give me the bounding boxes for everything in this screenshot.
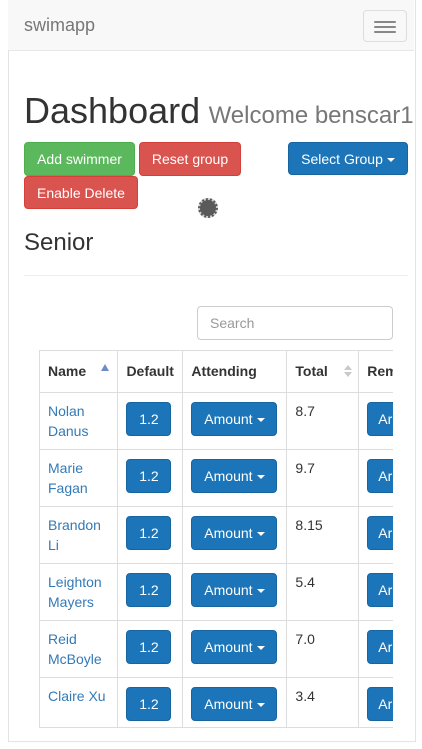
caret-down-icon	[256, 702, 265, 707]
attending-amount-dropdown[interactable]: Amount	[191, 686, 278, 721]
total-value: 7.0	[295, 630, 315, 647]
remaining-amount-button[interactable]: Ar	[367, 515, 393, 550]
attending-amount-dropdown[interactable]: Amount	[191, 515, 278, 550]
select-group-label: Select Group	[301, 151, 383, 167]
page-header: Dashboard Welcome benscar1	[24, 90, 414, 132]
caret-down-icon	[386, 158, 395, 163]
attending-amount-dropdown[interactable]: Amount	[191, 572, 278, 607]
attending-amount-dropdown[interactable]: Amount	[191, 629, 278, 664]
column-header-rem: Rem	[358, 351, 393, 393]
table-row: Leighton Mayers 1.2 Amount 5.4 Ar	[40, 562, 393, 621]
sort-ascending-icon	[101, 364, 110, 371]
table-row: Brandon Li 1.2 Amount 8.15 Ar	[40, 505, 393, 564]
select-group-button[interactable]: Select Group	[288, 142, 408, 175]
swimmer-table: Name Default Attending Total Rem	[39, 350, 393, 728]
caret-down-icon	[256, 588, 265, 593]
welcome-text: Welcome benscar1	[208, 102, 414, 129]
table-row: Marie Fagan 1.2 Amount 9.7 Ar	[40, 448, 393, 507]
enable-delete-button[interactable]: Enable Delete	[24, 176, 138, 209]
swimmer-name-link[interactable]: Reid McBoyle	[48, 629, 109, 669]
column-header-total[interactable]: Total	[286, 351, 360, 393]
remaining-amount-button[interactable]: Ar	[367, 686, 393, 721]
column-header-default: Default	[117, 351, 184, 393]
search-input[interactable]	[197, 306, 393, 340]
swimmer-name-link[interactable]: Nolan Danus	[48, 401, 109, 441]
add-swimmer-button[interactable]: Add swimmer	[24, 142, 135, 176]
attending-amount-dropdown[interactable]: Amount	[191, 401, 278, 436]
page-title: Dashboard	[24, 90, 201, 131]
caret-down-icon	[256, 417, 265, 422]
table-row: Claire Xu 1.2 Amount 3.4 Ar	[40, 676, 393, 727]
default-amount-button[interactable]: 1.2	[126, 629, 172, 664]
swimmer-name-link[interactable]: Marie Fagan	[48, 458, 109, 498]
column-header-attending: Attending	[182, 351, 288, 393]
default-amount-button[interactable]: 1.2	[126, 401, 172, 436]
table-row: Nolan Danus 1.2 Amount 8.7 Ar	[40, 391, 393, 450]
group-title: Senior	[24, 229, 94, 256]
swimmer-name-link[interactable]: Brandon Li	[48, 515, 109, 555]
reset-group-button[interactable]: Reset group	[139, 142, 241, 176]
remaining-amount-button[interactable]: Ar	[367, 572, 393, 607]
table-header-row: Name Default Attending Total Rem	[40, 351, 393, 393]
caret-down-icon	[256, 474, 265, 479]
default-amount-button[interactable]: 1.2	[126, 515, 172, 550]
remaining-amount-button[interactable]: Ar	[367, 401, 393, 436]
swimmer-name-link[interactable]: Leighton Mayers	[48, 572, 109, 612]
total-value: 5.4	[295, 573, 315, 590]
total-value: 8.15	[295, 516, 323, 533]
swimmer-name-link[interactable]: Claire Xu	[48, 686, 109, 706]
total-value: 3.4	[295, 687, 315, 704]
total-value: 8.7	[295, 402, 315, 419]
sort-icon	[344, 363, 353, 379]
navbar-toggle-button[interactable]	[363, 10, 407, 42]
navbar: swimapp	[8, 0, 414, 51]
table-row: Reid McBoyle 1.2 Amount 7.0 Ar	[40, 619, 393, 678]
default-amount-button[interactable]: 1.2	[126, 458, 172, 493]
remaining-amount-button[interactable]: Ar	[367, 458, 393, 493]
loading-spinner-icon	[198, 198, 218, 218]
total-value: 9.7	[295, 459, 315, 476]
caret-down-icon	[256, 531, 265, 536]
caret-down-icon	[256, 645, 265, 650]
default-amount-button[interactable]: 1.2	[126, 572, 172, 607]
attending-amount-dropdown[interactable]: Amount	[191, 458, 278, 493]
column-header-name[interactable]: Name	[40, 351, 119, 393]
brand-link[interactable]: swimapp	[24, 15, 95, 36]
remaining-amount-button[interactable]: Ar	[367, 629, 393, 664]
default-amount-button[interactable]: 1.2	[126, 686, 172, 721]
divider	[24, 275, 408, 276]
